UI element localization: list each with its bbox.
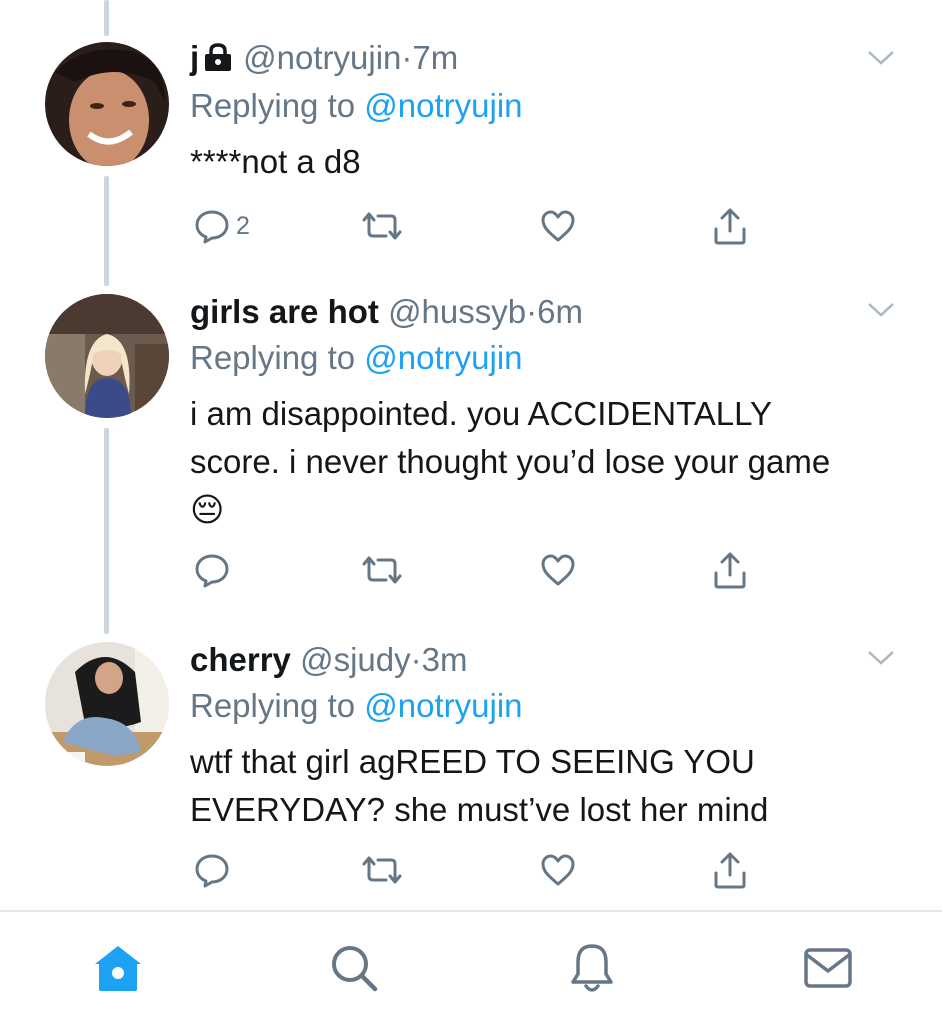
share-icon — [714, 852, 746, 889]
retweet-icon — [362, 856, 402, 884]
notifications-icon — [571, 944, 613, 992]
home-icon — [95, 946, 141, 991]
heart-icon — [541, 554, 575, 586]
retweet-icon — [362, 556, 402, 584]
share-button[interactable] — [712, 848, 748, 892]
avatar[interactable] — [45, 294, 169, 418]
tweet-header: j @notryujin·7m — [190, 38, 458, 80]
handle[interactable]: @notryujin — [243, 39, 401, 76]
retweet-button[interactable] — [362, 548, 402, 592]
replying-to-mention[interactable]: @notryujin — [364, 87, 522, 124]
replying-to: Replying to @notryujin — [190, 686, 523, 726]
like-button[interactable] — [540, 204, 576, 248]
tweet-text: wtf that girl agREED TO SEEING YOU EVERY… — [190, 743, 769, 828]
handle[interactable]: @sjudy — [300, 641, 411, 678]
separator-dot: · — [526, 293, 538, 330]
reply-icon — [195, 210, 229, 244]
replying-to-mention[interactable]: @notryujin — [364, 687, 522, 724]
replying-to-label: Replying to — [190, 687, 356, 724]
handle[interactable]: @hussyb — [388, 293, 526, 330]
tweet-header: cherry @sjudy·3m — [190, 640, 467, 680]
lock-icon — [203, 40, 233, 80]
retweet-icon — [362, 212, 402, 240]
tweet-actions: 2 — [190, 204, 790, 248]
heart-icon — [541, 210, 575, 242]
timestamp[interactable]: 6m — [537, 293, 583, 330]
reply-button[interactable]: 2 — [194, 204, 250, 248]
tweet[interactable]: cherry @sjudy·3m Replying to @notryujin … — [0, 634, 942, 904]
tab-search[interactable] — [326, 940, 382, 996]
chevron-down-icon[interactable] — [866, 48, 896, 68]
reply-count: 2 — [236, 211, 250, 240]
share-icon — [714, 208, 746, 245]
tweet[interactable]: j @notryujin·7m Replying to @notryujin **… — [0, 0, 942, 270]
tweet-actions — [190, 548, 790, 592]
share-button[interactable] — [712, 204, 748, 248]
reply-button[interactable] — [194, 548, 236, 592]
tab-home[interactable] — [90, 940, 146, 996]
reply-icon — [195, 554, 229, 588]
display-name[interactable]: girls are hot — [190, 293, 379, 330]
bottom-tab-bar — [0, 910, 942, 1026]
like-button[interactable] — [540, 848, 576, 892]
share-icon — [714, 552, 746, 589]
timestamp[interactable]: 3m — [422, 641, 468, 678]
replying-to-label: Replying to — [190, 87, 356, 124]
retweet-button[interactable] — [362, 204, 402, 248]
tweet[interactable]: girls are hot @hussyb·6m Replying to @no… — [0, 286, 942, 616]
reply-button[interactable] — [194, 848, 236, 892]
tweet-text: i am disappointed. you ACCIDENTALLY scor… — [190, 395, 831, 528]
chevron-down-icon[interactable] — [866, 648, 896, 668]
tweet-actions — [190, 848, 790, 892]
messages-icon — [804, 948, 852, 988]
chevron-down-icon[interactable] — [866, 300, 896, 320]
replying-to: Replying to @notryujin — [190, 338, 523, 378]
reply-icon — [195, 854, 229, 888]
tab-messages[interactable] — [800, 940, 856, 996]
heart-icon — [541, 854, 575, 886]
timestamp[interactable]: 7m — [412, 39, 458, 76]
retweet-button[interactable] — [362, 848, 402, 892]
share-button[interactable] — [712, 548, 748, 592]
display-name[interactable]: j — [190, 39, 199, 76]
avatar[interactable] — [45, 42, 169, 166]
like-button[interactable] — [540, 548, 576, 592]
display-name[interactable]: cherry — [190, 641, 291, 678]
separator-dot: · — [401, 39, 413, 76]
tweet-header: girls are hot @hussyb·6m — [190, 292, 583, 332]
replying-to-mention[interactable]: @notryujin — [364, 339, 522, 376]
separator-dot: · — [410, 641, 422, 678]
tweet-text: ****not a d8 — [190, 143, 361, 180]
replying-to-label: Replying to — [190, 339, 356, 376]
replying-to: Replying to @notryujin — [190, 86, 523, 126]
search-icon — [332, 946, 378, 992]
avatar[interactable] — [45, 642, 169, 766]
tab-notifications[interactable] — [564, 940, 620, 996]
